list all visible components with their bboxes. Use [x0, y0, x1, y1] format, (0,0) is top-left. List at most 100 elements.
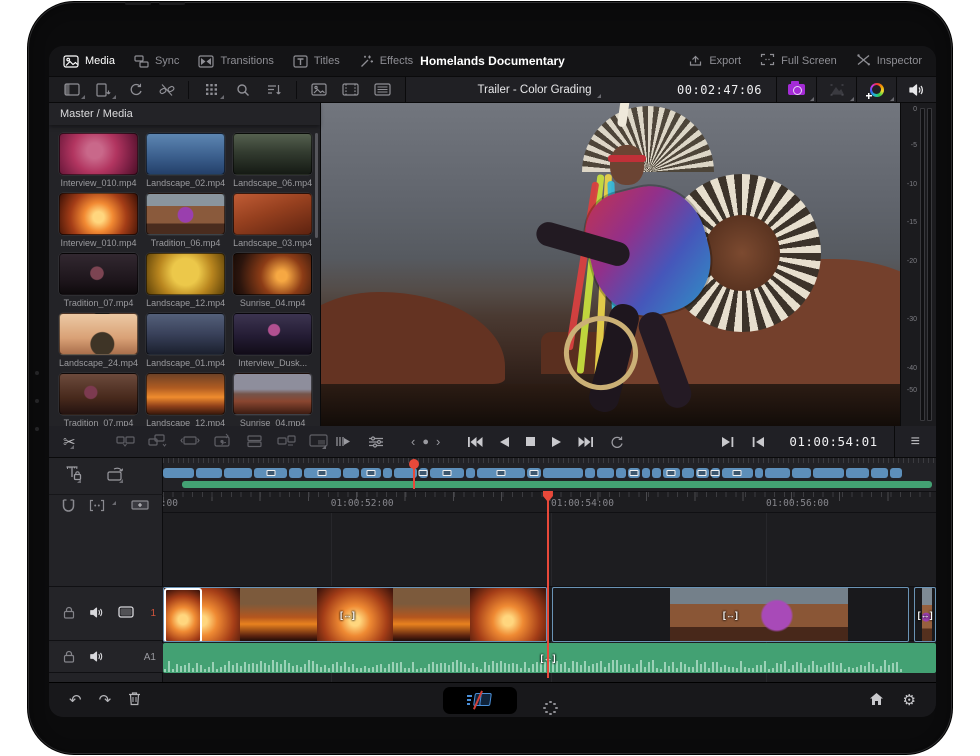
media-thumbnail[interactable]: [146, 253, 225, 295]
media-item[interactable]: Sunrise_04.mp4: [233, 373, 312, 426]
tab-effects[interactable]: Effects: [359, 54, 413, 68]
media-thumbnail[interactable]: [233, 193, 312, 235]
color-effects-button[interactable]: [856, 76, 896, 103]
selected-clip-thumbnail[interactable]: [164, 588, 202, 642]
audio-track[interactable]: [↔]: [163, 643, 936, 673]
add-marker-button[interactable]: [131, 499, 149, 514]
go-to-first-frame-button[interactable]: [751, 436, 765, 448]
unlink-clips-button[interactable]: [152, 79, 182, 101]
tools-button[interactable]: [65, 465, 83, 485]
playback-settings-button[interactable]: [368, 435, 384, 449]
inspector-button[interactable]: Inspector: [856, 53, 922, 70]
redo-button[interactable]: ↷: [99, 691, 112, 709]
view-thumbnail-button[interactable]: [304, 79, 334, 101]
media-item[interactable]: Sunrise_04.mp4: [233, 253, 312, 308]
media-item[interactable]: Interview_010.mp4: [59, 133, 138, 188]
tab-media[interactable]: Media: [63, 55, 115, 68]
timeline-minimap[interactable]: [163, 458, 936, 491]
loop-button[interactable]: [609, 435, 624, 449]
media-thumbnail[interactable]: [233, 373, 312, 415]
media-item[interactable]: Landscape_02.mp4: [146, 133, 225, 188]
media-thumbnail[interactable]: [146, 133, 225, 175]
media-thumbnail[interactable]: [59, 193, 138, 235]
play-to-last-frame-button[interactable]: [721, 436, 735, 448]
record-button[interactable]: ●: [422, 436, 429, 448]
sort-button[interactable]: [260, 79, 290, 101]
home-button[interactable]: [869, 692, 884, 709]
timeline-options-menu[interactable]: ≡: [895, 433, 936, 451]
media-thumbnail[interactable]: [146, 313, 225, 355]
media-thumbnail[interactable]: [59, 373, 138, 415]
media-item[interactable]: Landscape_01.mp4: [146, 313, 225, 368]
export-button[interactable]: Export: [688, 53, 741, 70]
playhead[interactable]: [547, 491, 549, 678]
media-item[interactable]: Landscape_12.mp4: [146, 373, 225, 426]
media-thumbnail[interactable]: [59, 253, 138, 295]
media-item[interactable]: Tradition_06.mp4: [146, 193, 225, 248]
source-overwrite-button[interactable]: [213, 432, 232, 451]
replace-button[interactable]: [180, 433, 200, 451]
undo-button[interactable]: ↶: [69, 691, 82, 709]
snapping-magnet-button[interactable]: [61, 498, 76, 516]
media-item[interactable]: Landscape_24.mp4: [59, 313, 138, 368]
view-grid-button[interactable]: [196, 79, 226, 101]
lock-icon[interactable]: [63, 606, 75, 622]
delete-button[interactable]: [128, 691, 141, 710]
grab-still-button[interactable]: [776, 76, 816, 103]
media-item[interactable]: Tradition_07.mp4: [59, 253, 138, 308]
import-media-button[interactable]: [89, 79, 119, 101]
media-thumbnail[interactable]: [146, 193, 225, 235]
step-back-button[interactable]: ‹: [411, 434, 415, 449]
tab-sync[interactable]: Sync: [134, 55, 179, 68]
media-item[interactable]: Landscape_03.mp4: [233, 193, 312, 248]
media-thumbnail[interactable]: [233, 133, 312, 175]
video-track[interactable]: [↔][↔][↔]: [163, 586, 936, 641]
breadcrumb[interactable]: Master / Media: [49, 103, 320, 125]
view-list-button[interactable]: [367, 79, 397, 101]
overwrite-button[interactable]: [148, 433, 167, 451]
split-clip-button[interactable]: ✂: [63, 433, 76, 451]
stop-button[interactable]: [525, 436, 536, 447]
jump-to-clip-button[interactable]: [105, 466, 125, 485]
search-button[interactable]: [228, 79, 258, 101]
place-on-top-button[interactable]: [245, 433, 264, 451]
media-thumbnail[interactable]: [233, 253, 312, 295]
settings-button[interactable]: ⚙: [903, 691, 916, 709]
viewer[interactable]: [321, 103, 900, 426]
fullscreen-button[interactable]: Full Screen: [760, 53, 837, 69]
smart-insert-button[interactable]: [116, 433, 135, 451]
media-item[interactable]: Landscape_12.mp4: [146, 253, 225, 308]
lock-icon[interactable]: [63, 650, 75, 666]
timeline-clip-selector[interactable]: Trailer - Color Grading: [406, 84, 663, 96]
go-to-end-button[interactable]: [578, 436, 594, 448]
timeline-clip[interactable]: [↔]: [163, 587, 547, 642]
audio-clip[interactable]: [↔]: [163, 643, 936, 673]
transform-button[interactable]: [816, 76, 856, 103]
speaker-icon[interactable]: [89, 650, 104, 666]
media-thumbnail[interactable]: [59, 133, 138, 175]
step-forward-button[interactable]: ›: [436, 434, 440, 449]
media-thumbnail[interactable]: [59, 313, 138, 355]
append-button[interactable]: [277, 433, 296, 451]
media-item[interactable]: Tradition_07.mp4: [59, 373, 138, 426]
view-filmstrip-button[interactable]: [336, 79, 366, 101]
relink-clips-button[interactable]: [120, 79, 150, 101]
monitor-icon[interactable]: [118, 606, 134, 621]
go-to-start-button[interactable]: [467, 436, 483, 448]
cut-page-tab[interactable]: [443, 687, 517, 714]
media-item[interactable]: Interview_Dusk...: [233, 313, 312, 368]
tab-titles[interactable]: Titles: [293, 55, 340, 68]
media-scrollbar[interactable]: [315, 133, 318, 238]
bin-list-button[interactable]: [57, 79, 87, 101]
play-button[interactable]: [551, 436, 563, 448]
timeline-clip[interactable]: [↔]: [914, 587, 936, 642]
play-around-button[interactable]: [335, 434, 353, 449]
play-reverse-button[interactable]: [498, 436, 510, 448]
media-thumbnail[interactable]: [233, 313, 312, 355]
picture-in-picture-button[interactable]: [309, 433, 328, 451]
speaker-icon[interactable]: [89, 606, 104, 622]
audio-monitor-button[interactable]: [896, 76, 936, 103]
media-item[interactable]: Interview_010.mp4: [59, 193, 138, 248]
media-thumbnail[interactable]: [146, 373, 225, 415]
tab-transitions[interactable]: Transitions: [198, 55, 273, 68]
